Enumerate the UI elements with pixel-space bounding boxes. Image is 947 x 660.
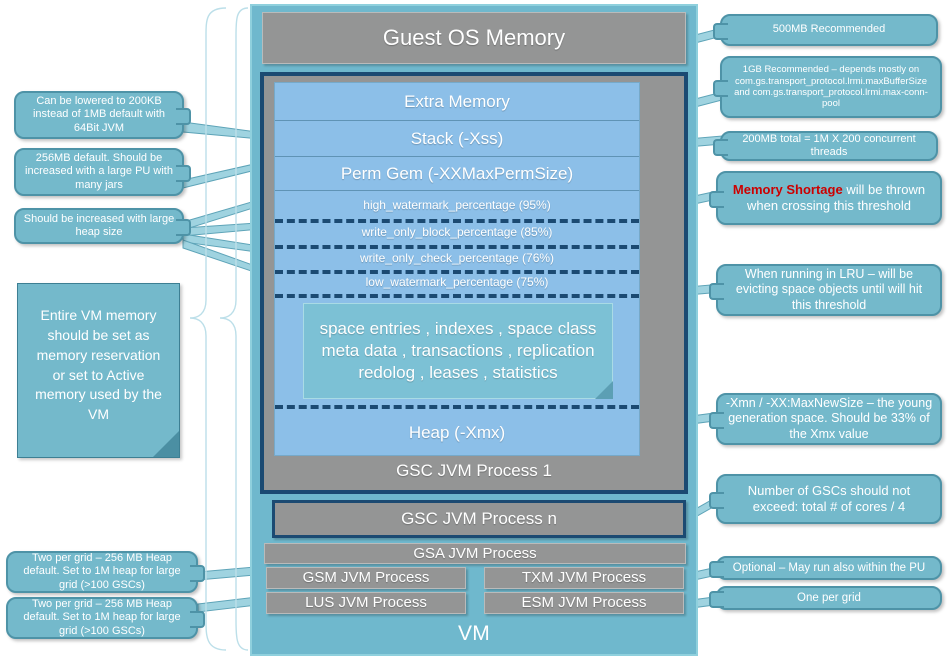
high-watermark-row: high_watermark_percentage (95%) bbox=[363, 198, 551, 212]
callout-tail-icon bbox=[709, 412, 724, 429]
callout-tail-icon bbox=[709, 283, 724, 300]
callout-watermark-note[interactable]: Should be increased with large heap size bbox=[14, 208, 191, 244]
guest-os-memory-bar: Guest OS Memory bbox=[262, 12, 686, 64]
diagram-canvas: Guest OS Memory GSC JVM Process 1 Extra … bbox=[0, 0, 947, 660]
callout-lru-note[interactable]: When running in LRU – will be evicting s… bbox=[709, 264, 942, 316]
callout-guest-os-text: 500MB Recommended bbox=[772, 23, 886, 36]
callout-tail-icon bbox=[713, 23, 728, 40]
callout-esm-text: One per grid bbox=[797, 592, 861, 604]
callout-lru-text: When running in LRU – will be evicting s… bbox=[735, 267, 923, 312]
extra-memory-row: Extra Memory bbox=[275, 83, 639, 121]
callout-gsc-count-note[interactable]: Number of GSCs should not exceed: total … bbox=[709, 474, 942, 524]
callout-extra-memory-note[interactable]: 1GB Recommended – depends mostly on com.… bbox=[713, 56, 942, 118]
callout-gsm-text: Two per grid – 256 MB Heap default. Set … bbox=[23, 551, 181, 591]
heap-xmx-row: Heap (-Xmx) bbox=[408, 423, 506, 442]
callout-tail-icon bbox=[176, 219, 191, 236]
callout-tail-icon bbox=[709, 591, 724, 608]
callout-xmn-note[interactable]: -Xmn / -XX:MaxNewSize – the young genera… bbox=[709, 393, 942, 445]
callout-txm-note[interactable]: Optional – May run also within the PU bbox=[709, 556, 942, 580]
callout-gsm-note[interactable]: Two per grid – 256 MB Heap default. Set … bbox=[6, 551, 205, 593]
callout-extra-memory-text: 1GB Recommended – depends mostly on com.… bbox=[734, 64, 928, 110]
gsm-jvm-process-bar: GSM JVM Process bbox=[266, 567, 466, 589]
callout-lus-note[interactable]: Two per grid – 256 MB Heap default. Set … bbox=[6, 597, 205, 639]
callout-permgem-text: 256MB default. Should be increased with … bbox=[25, 151, 173, 191]
callout-tail-icon bbox=[190, 611, 205, 628]
low-watermark-row: low_watermark_percentage (75%) bbox=[365, 275, 549, 289]
callout-xmn-text: -Xmn / -XX:MaxNewSize – the young genera… bbox=[725, 396, 933, 441]
space-contents-text: space entries , indexes , space class me… bbox=[319, 318, 597, 383]
callout-vm-reservation-note[interactable]: Entire VM memory should be set as memory… bbox=[17, 283, 180, 458]
gsc-jvm-process-n-bar: GSC JVM Process n bbox=[272, 500, 686, 538]
callout-watermark-text: Should be increased with large heap size bbox=[23, 212, 175, 238]
space-contents-note: space entries , indexes , space class me… bbox=[303, 303, 613, 399]
callout-gsc-count-text: Number of GSCs should not exceed: total … bbox=[747, 483, 911, 514]
low-watermark-threshold-line bbox=[275, 294, 639, 298]
callout-txm-text: Optional – May run also within the PU bbox=[732, 562, 926, 574]
note-fold-corner-icon bbox=[595, 381, 613, 399]
callout-lus-text: Two per grid – 256 MB Heap default. Set … bbox=[23, 597, 181, 637]
callout-xss-text: Can be lowered to 200KB instead of 1MB d… bbox=[32, 94, 166, 134]
vm-label: VM bbox=[457, 622, 491, 645]
perm-gem-row: Perm Gem (-XXMaxPermSize) bbox=[275, 157, 639, 191]
callout-tail-icon bbox=[190, 565, 205, 582]
callout-tail-icon bbox=[176, 165, 191, 182]
callout-stack-note[interactable]: 200MB total = 1M X 200 concurrent thread… bbox=[713, 131, 938, 161]
callout-tail-icon bbox=[713, 80, 728, 97]
callout-vm-reservation-text: Entire VM memory should be set as memory… bbox=[35, 306, 162, 423]
gsc-jvm-process-1-label: GSC JVM Process 1 bbox=[396, 461, 552, 481]
callout-esm-note[interactable]: One per grid bbox=[709, 586, 942, 610]
write-only-block-row: write_only_block_percentage (85%) bbox=[361, 225, 553, 239]
stack-xss-row: Stack (-Xss) bbox=[275, 121, 639, 157]
memory-shortage-emphasis: Memory Shortage bbox=[732, 182, 843, 198]
callout-tail-icon bbox=[709, 191, 724, 208]
callout-tail-icon bbox=[709, 561, 724, 578]
write-only-check-row: write_only_check_percentage (76%) bbox=[359, 251, 555, 265]
young-generation-line bbox=[275, 405, 639, 409]
callout-permgem-note[interactable]: 256MB default. Should be increased with … bbox=[14, 148, 191, 196]
callout-memory-shortage-note[interactable]: Memory Shortage will be thrown when cros… bbox=[709, 171, 942, 225]
callout-tail-icon bbox=[709, 492, 724, 509]
txm-jvm-process-bar: TXM JVM Process bbox=[484, 567, 684, 589]
callout-tail-icon bbox=[713, 139, 728, 156]
callout-tail-icon bbox=[176, 108, 191, 125]
lus-jvm-process-bar: LUS JVM Process bbox=[266, 592, 466, 614]
callout-xss-note[interactable]: Can be lowered to 200KB instead of 1MB d… bbox=[14, 91, 191, 139]
callout-memory-shortage-text: Memory Shortage will be thrown when cros… bbox=[725, 182, 933, 214]
note-fold-corner-icon bbox=[153, 431, 179, 457]
esm-jvm-process-bar: ESM JVM Process bbox=[484, 592, 684, 614]
callout-guest-os-note[interactable]: 500MB Recommended bbox=[713, 14, 938, 46]
jvm-heap-box: Extra Memory Stack (-Xss) Perm Gem (-XXM… bbox=[274, 82, 640, 456]
gsa-jvm-process-bar: GSA JVM Process bbox=[264, 543, 686, 564]
callout-stack-text: 200MB total = 1M X 200 concurrent thread… bbox=[742, 132, 916, 158]
